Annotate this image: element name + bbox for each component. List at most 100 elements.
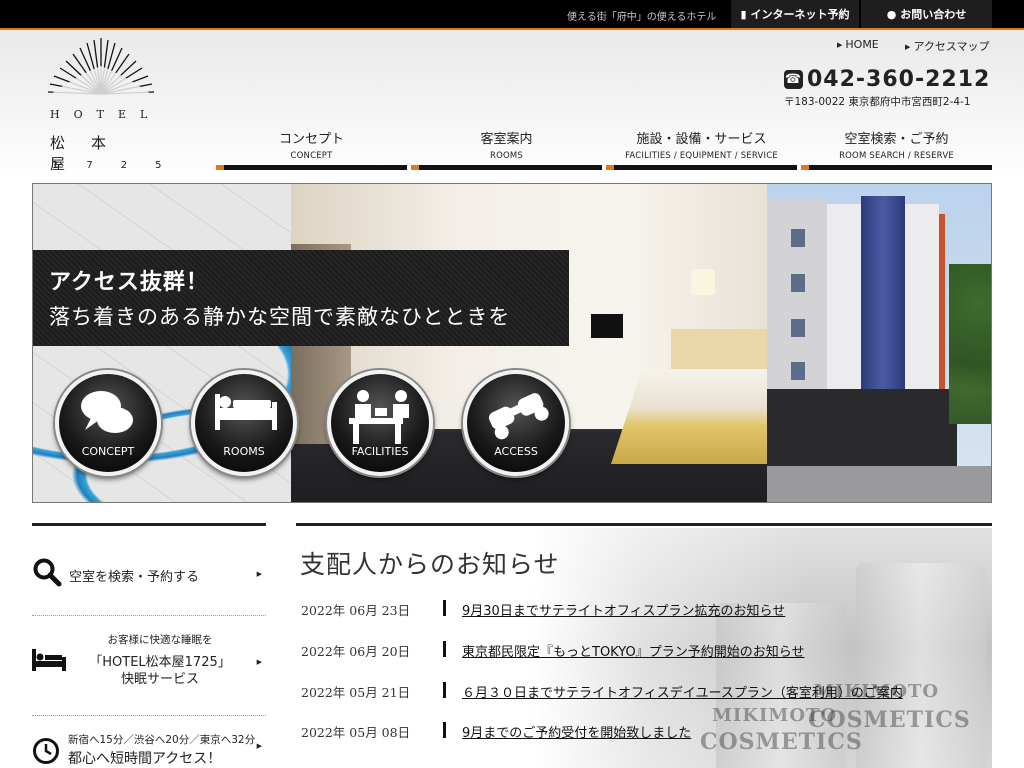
facilities-circle-button[interactable]: FACILITIES (327, 370, 433, 476)
room-tv (591, 314, 623, 338)
news-marker (443, 682, 446, 698)
nav-concept-jp: コンセプト (278, 132, 344, 147)
nav-concept-en: CONCEPT (290, 151, 333, 161)
access-map-link-label: アクセスマップ (913, 40, 990, 53)
concept-circle-label: CONCEPT (81, 445, 135, 458)
fan-logo-icon (47, 38, 155, 96)
news-marker (443, 722, 446, 738)
access-circle-button[interactable]: ACCESS (463, 370, 569, 476)
nav-rooms-en: ROOMS (489, 151, 524, 161)
building-window (791, 229, 805, 247)
nav-rooms-jp: 客室案内 (480, 132, 533, 147)
news-item: 2022年 05月 21日 ６月３０日までサテライトオフィスデイユースプラン（客… (301, 682, 991, 702)
news-link[interactable]: ６月３０日までサテライトオフィスデイユースプラン（客室利用）のご案内 (462, 682, 903, 701)
hero-subline: 落ち着きのある静かな空間で素敵なひとときを (49, 305, 511, 329)
hero-photo-building (767, 184, 991, 502)
triangle-right-icon: ▶ (905, 43, 911, 51)
nav-reserve[interactable]: 空室検索・ご予約 ROOM SEARCH / RESERVE (801, 126, 992, 170)
nav-facilities-jp: 施設・設備・サービス (636, 132, 767, 147)
building-accent (939, 214, 945, 394)
clock-icon (33, 738, 59, 764)
hero-caption: アクセス抜群！ 落ち着きのある静かな空間で素敵なひとときを (33, 250, 569, 346)
nav-reserve-en: ROOM SEARCH / RESERVE (839, 151, 954, 161)
sidebar: 空室を検索・予約する ▶ お客様に快適な睡眠を 「HOTEL松本屋1725」 快… (32, 523, 266, 768)
address: 〒183-0022 東京都府中市宮西町2-4-1 (784, 96, 971, 108)
rooms-circle-label: ROOMS (223, 445, 265, 458)
news-date: 2022年 06月 23日 (301, 603, 411, 618)
chat-bubble-icon: ● (886, 7, 897, 21)
news-section: MIKIMOTO COSMETICS MIKIMOTO COSMETICS 支配… (296, 523, 992, 768)
internet-reserve-label: インターネット予約 (750, 8, 850, 21)
sleep-service-link[interactable]: お客様に快適な睡眠を 「HOTEL松本屋1725」 快眠サービス ▶ (32, 616, 266, 716)
building-ground (767, 466, 991, 502)
nav-underline (411, 165, 602, 170)
header: HOTEL 松本屋 1725 ▶ HOME ▶ アクセスマップ ☎ 042-360-… (0, 30, 1024, 180)
bed-icon (32, 649, 66, 671)
news-date: 2022年 06月 20日 (301, 644, 411, 659)
building-window (791, 274, 805, 292)
building-window (791, 362, 805, 380)
hotel-logo[interactable]: HOTEL 松本屋 1725 (46, 36, 162, 176)
contact-button[interactable]: ● お問い合わせ (861, 0, 992, 28)
news-link[interactable]: 9月30日までサテライトオフィスプラン拡充のお知らせ (462, 600, 785, 619)
news-date: 2022年 05月 21日 (301, 685, 411, 700)
sleep-service-title: 快眠サービス (120, 672, 199, 687)
nav-underline (801, 165, 992, 170)
building-tree (949, 264, 991, 424)
hero-headline: アクセス抜群！ (49, 270, 209, 295)
concept-circle-button[interactable]: CONCEPT (55, 370, 161, 476)
news-link[interactable]: 9月までのご予約受付を開始致しました (462, 722, 691, 741)
news-item: 2022年 06月 20日 東京都民限定『もっとTOKYO』プラン予約開始のお知… (301, 641, 991, 661)
room-search-link[interactable]: 空室を検索・予約する ▶ (32, 526, 266, 616)
main-nav: コンセプト CONCEPT 客室案内 ROOMS 施設・設備・サービス FACI… (216, 126, 992, 170)
hero-banner: アクセス抜群！ 落ち着きのある静かな空間で素敵なひとときを CONCEPT RO… (32, 183, 992, 503)
news-item: 2022年 05月 08日 9月までのご予約受付を開始致しました (301, 722, 991, 742)
logo-year-text: 1725 (52, 160, 190, 171)
bed-icon (215, 394, 277, 430)
document-icon: ▮ (740, 7, 747, 21)
news-link[interactable]: 東京都民限定『もっとTOKYO』プラン予約開始のお知らせ (462, 641, 804, 660)
speech-bubbles-icon (81, 391, 133, 433)
access-title: 都心へ短時間アクセス！ (68, 751, 222, 767)
internet-reserve-button[interactable]: ▮ インターネット予約 (731, 0, 859, 28)
nav-concept[interactable]: コンセプト CONCEPT (216, 126, 407, 170)
tagline: 便える街「府中」の便えるホテル (567, 12, 717, 23)
phone-icon: ☎ (784, 70, 803, 89)
triangle-right-icon: ▶ (256, 742, 262, 750)
news-item: 2022年 06月 23日 9月30日までサテライトオフィスプラン拡充のお知らせ (301, 600, 991, 620)
building-band (861, 196, 905, 396)
home-link-label: HOME (845, 38, 879, 51)
news-marker (443, 641, 446, 657)
news-top-rule (296, 523, 992, 526)
triangle-right-icon: ▶ (256, 570, 262, 578)
top-bar: 便える街「府中」の便えるホテル ▮ インターネット予約 ● お問い合わせ (0, 0, 1024, 30)
phone-number[interactable]: ☎ 042-360-2212 (784, 67, 990, 92)
home-link[interactable]: ▶ HOME (837, 38, 879, 51)
room-lamp (691, 269, 715, 295)
access-info-link[interactable]: 新宿へ15分／渋谷へ20分／東京へ32分 都心へ短時間アクセス！ ▶ (32, 716, 266, 768)
access-times: 新宿へ15分／渋谷へ20分／東京へ32分 (68, 734, 256, 746)
sleep-service-sub: お客様に快適な睡眠を (107, 634, 213, 646)
building-window (791, 319, 805, 337)
nav-underline (216, 165, 407, 170)
triangle-right-icon: ▶ (837, 41, 843, 49)
nav-facilities[interactable]: 施設・設備・サービス FACILITIES / EQUIPMENT / SERV… (606, 126, 797, 170)
access-map-link[interactable]: ▶ アクセスマップ (905, 38, 990, 54)
news-title: 支配人からのお知らせ (300, 550, 560, 579)
access-circle-label: ACCESS (494, 445, 538, 458)
triangle-right-icon: ▶ (256, 658, 262, 666)
nav-facilities-en: FACILITIES / EQUIPMENT / SERVICE (625, 151, 778, 161)
news-marker (443, 600, 446, 616)
nav-rooms[interactable]: 客室案内 ROOMS (411, 126, 602, 170)
nav-reserve-jp: 空室検索・ご予約 (844, 132, 949, 147)
facilities-circle-label: FACILITIES (351, 445, 409, 458)
news-date: 2022年 05月 08日 (301, 725, 411, 740)
room-search-label: 空室を検索・予約する (69, 570, 200, 585)
logo-hotel-text: HOTEL (50, 108, 162, 121)
rooms-circle-button[interactable]: ROOMS (191, 370, 297, 476)
binoculars-icon (488, 393, 549, 440)
phone-number-text: 042-360-2212 (807, 67, 991, 92)
reception-desk-icon (349, 390, 409, 444)
magnifier-icon (33, 558, 62, 587)
nav-underline (606, 165, 797, 170)
